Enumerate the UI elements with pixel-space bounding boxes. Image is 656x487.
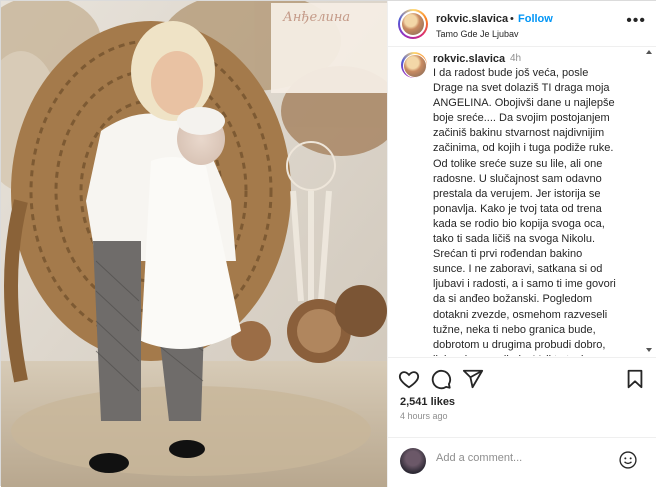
caption-area[interactable]: rokvic.slavica 4h I da radost bude još v…: [388, 48, 656, 356]
post-photo[interactable]: Анђелина: [1, 1, 387, 487]
post-header: rokvic.slavica • Follow Tamo Gde Je Ljub…: [388, 1, 656, 47]
post-location[interactable]: Tamo Gde Je Ljubav: [436, 29, 519, 39]
more-options-icon[interactable]: •••: [626, 12, 646, 30]
instagram-post-card: Анђелина rokvic.slavica • Follow Tamo Gd…: [0, 0, 656, 487]
caption-author-avatar[interactable]: [401, 52, 427, 78]
comment-input[interactable]: [436, 452, 606, 464]
author-avatar[interactable]: [398, 9, 428, 39]
caption-username[interactable]: rokvic.slavica: [433, 53, 505, 65]
scroll-up-arrow-icon[interactable]: [646, 50, 652, 54]
header-separator: •: [510, 13, 514, 25]
author-username[interactable]: rokvic.slavica: [436, 13, 508, 25]
likes-count[interactable]: 2,541 likes: [400, 396, 455, 408]
sign-text: Анђелина: [282, 10, 350, 25]
post-actions: 2,541 likes 4 hours ago: [388, 357, 656, 429]
caption-text: I da radost bude još veća, posle Drage n…: [433, 67, 616, 356]
bookmark-icon[interactable]: [624, 368, 646, 390]
follow-button[interactable]: Follow: [518, 13, 553, 25]
share-icon[interactable]: [462, 368, 484, 390]
comment-bar: [388, 437, 656, 481]
comment-icon[interactable]: [430, 368, 452, 390]
current-user-avatar: [400, 448, 426, 474]
heart-icon[interactable]: [398, 368, 420, 390]
post-side-panel: rokvic.slavica • Follow Tamo Gde Je Ljub…: [387, 1, 656, 487]
post-time-ago[interactable]: 4 hours ago: [400, 411, 448, 421]
scroll-down-arrow-icon[interactable]: [646, 348, 652, 352]
caption-scrollbar[interactable]: [644, 48, 656, 356]
post-photo-illustration: Анђелина: [1, 1, 387, 487]
caption-timestamp: 4h: [510, 53, 522, 64]
emoji-icon[interactable]: [618, 450, 638, 470]
